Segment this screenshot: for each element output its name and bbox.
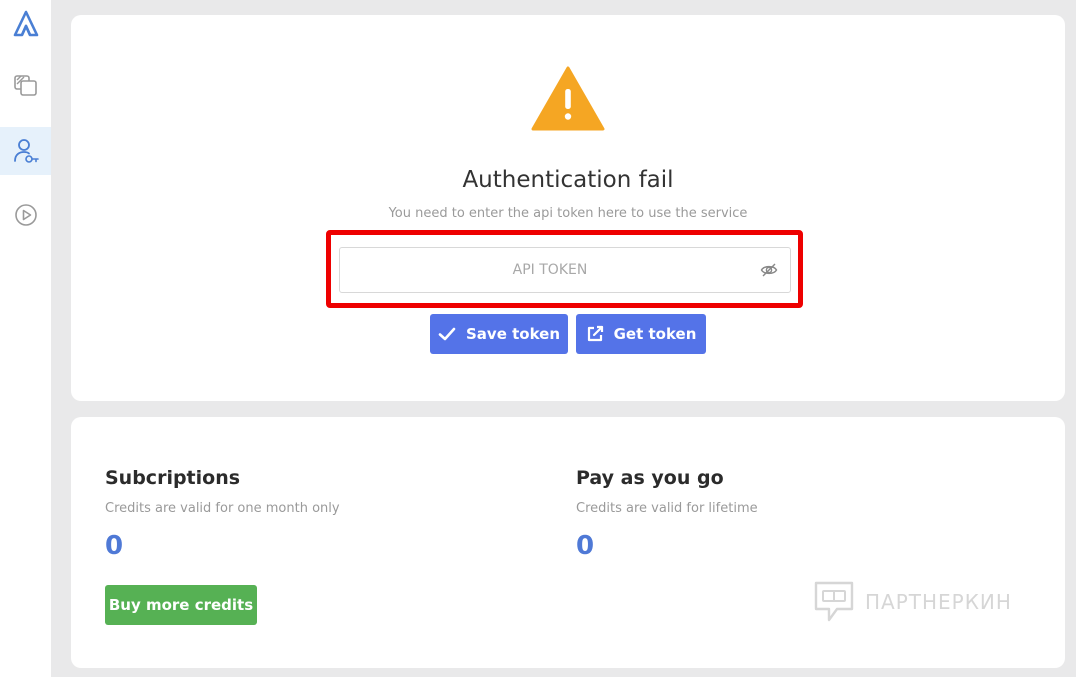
sidebar-item-logo[interactable] [0,0,51,48]
subscriptions-title: Subcriptions [105,467,241,489]
warning-icon [531,66,605,131]
credits-card: Subcriptions Credits are valid for one m… [71,417,1065,668]
sidebar-item-play[interactable] [0,191,51,239]
auth-title: Authentication fail [462,167,674,193]
auth-card: Authentication fail You need to enter th… [71,15,1065,401]
payg-subtitle: Credits are valid for lifetime [576,501,758,516]
chat-bubble-icon [814,581,854,622]
check-icon [438,327,456,341]
eye-off-icon[interactable] [760,261,778,279]
sidebar [0,0,51,677]
play-icon [14,204,37,226]
sidebar-item-collections[interactable] [0,62,51,110]
collections-icon [13,75,37,96]
api-token-input[interactable] [340,248,760,292]
subscriptions-count: 0 [105,531,124,561]
account-key-icon [13,139,39,163]
watermark-text: ПАРТНЕРКИН [865,590,1012,614]
sidebar-item-account[interactable] [0,127,51,175]
external-link-icon [587,325,603,342]
save-token-button[interactable]: Save token [430,314,568,354]
token-field [339,247,791,293]
app-logo-icon [13,10,38,37]
auth-subtitle: You need to enter the api token here to … [388,206,748,221]
get-token-button[interactable]: Get token [576,314,706,354]
watermark: ПАРТНЕРКИН [813,580,1012,624]
payg-title: Pay as you go [576,467,724,489]
subscriptions-subtitle: Credits are valid for one month only [105,501,340,516]
save-token-label: Save token [466,325,560,343]
get-token-label: Get token [613,325,697,343]
payg-count: 0 [576,531,595,561]
buy-more-credits-button[interactable]: Buy more credits [105,585,257,625]
